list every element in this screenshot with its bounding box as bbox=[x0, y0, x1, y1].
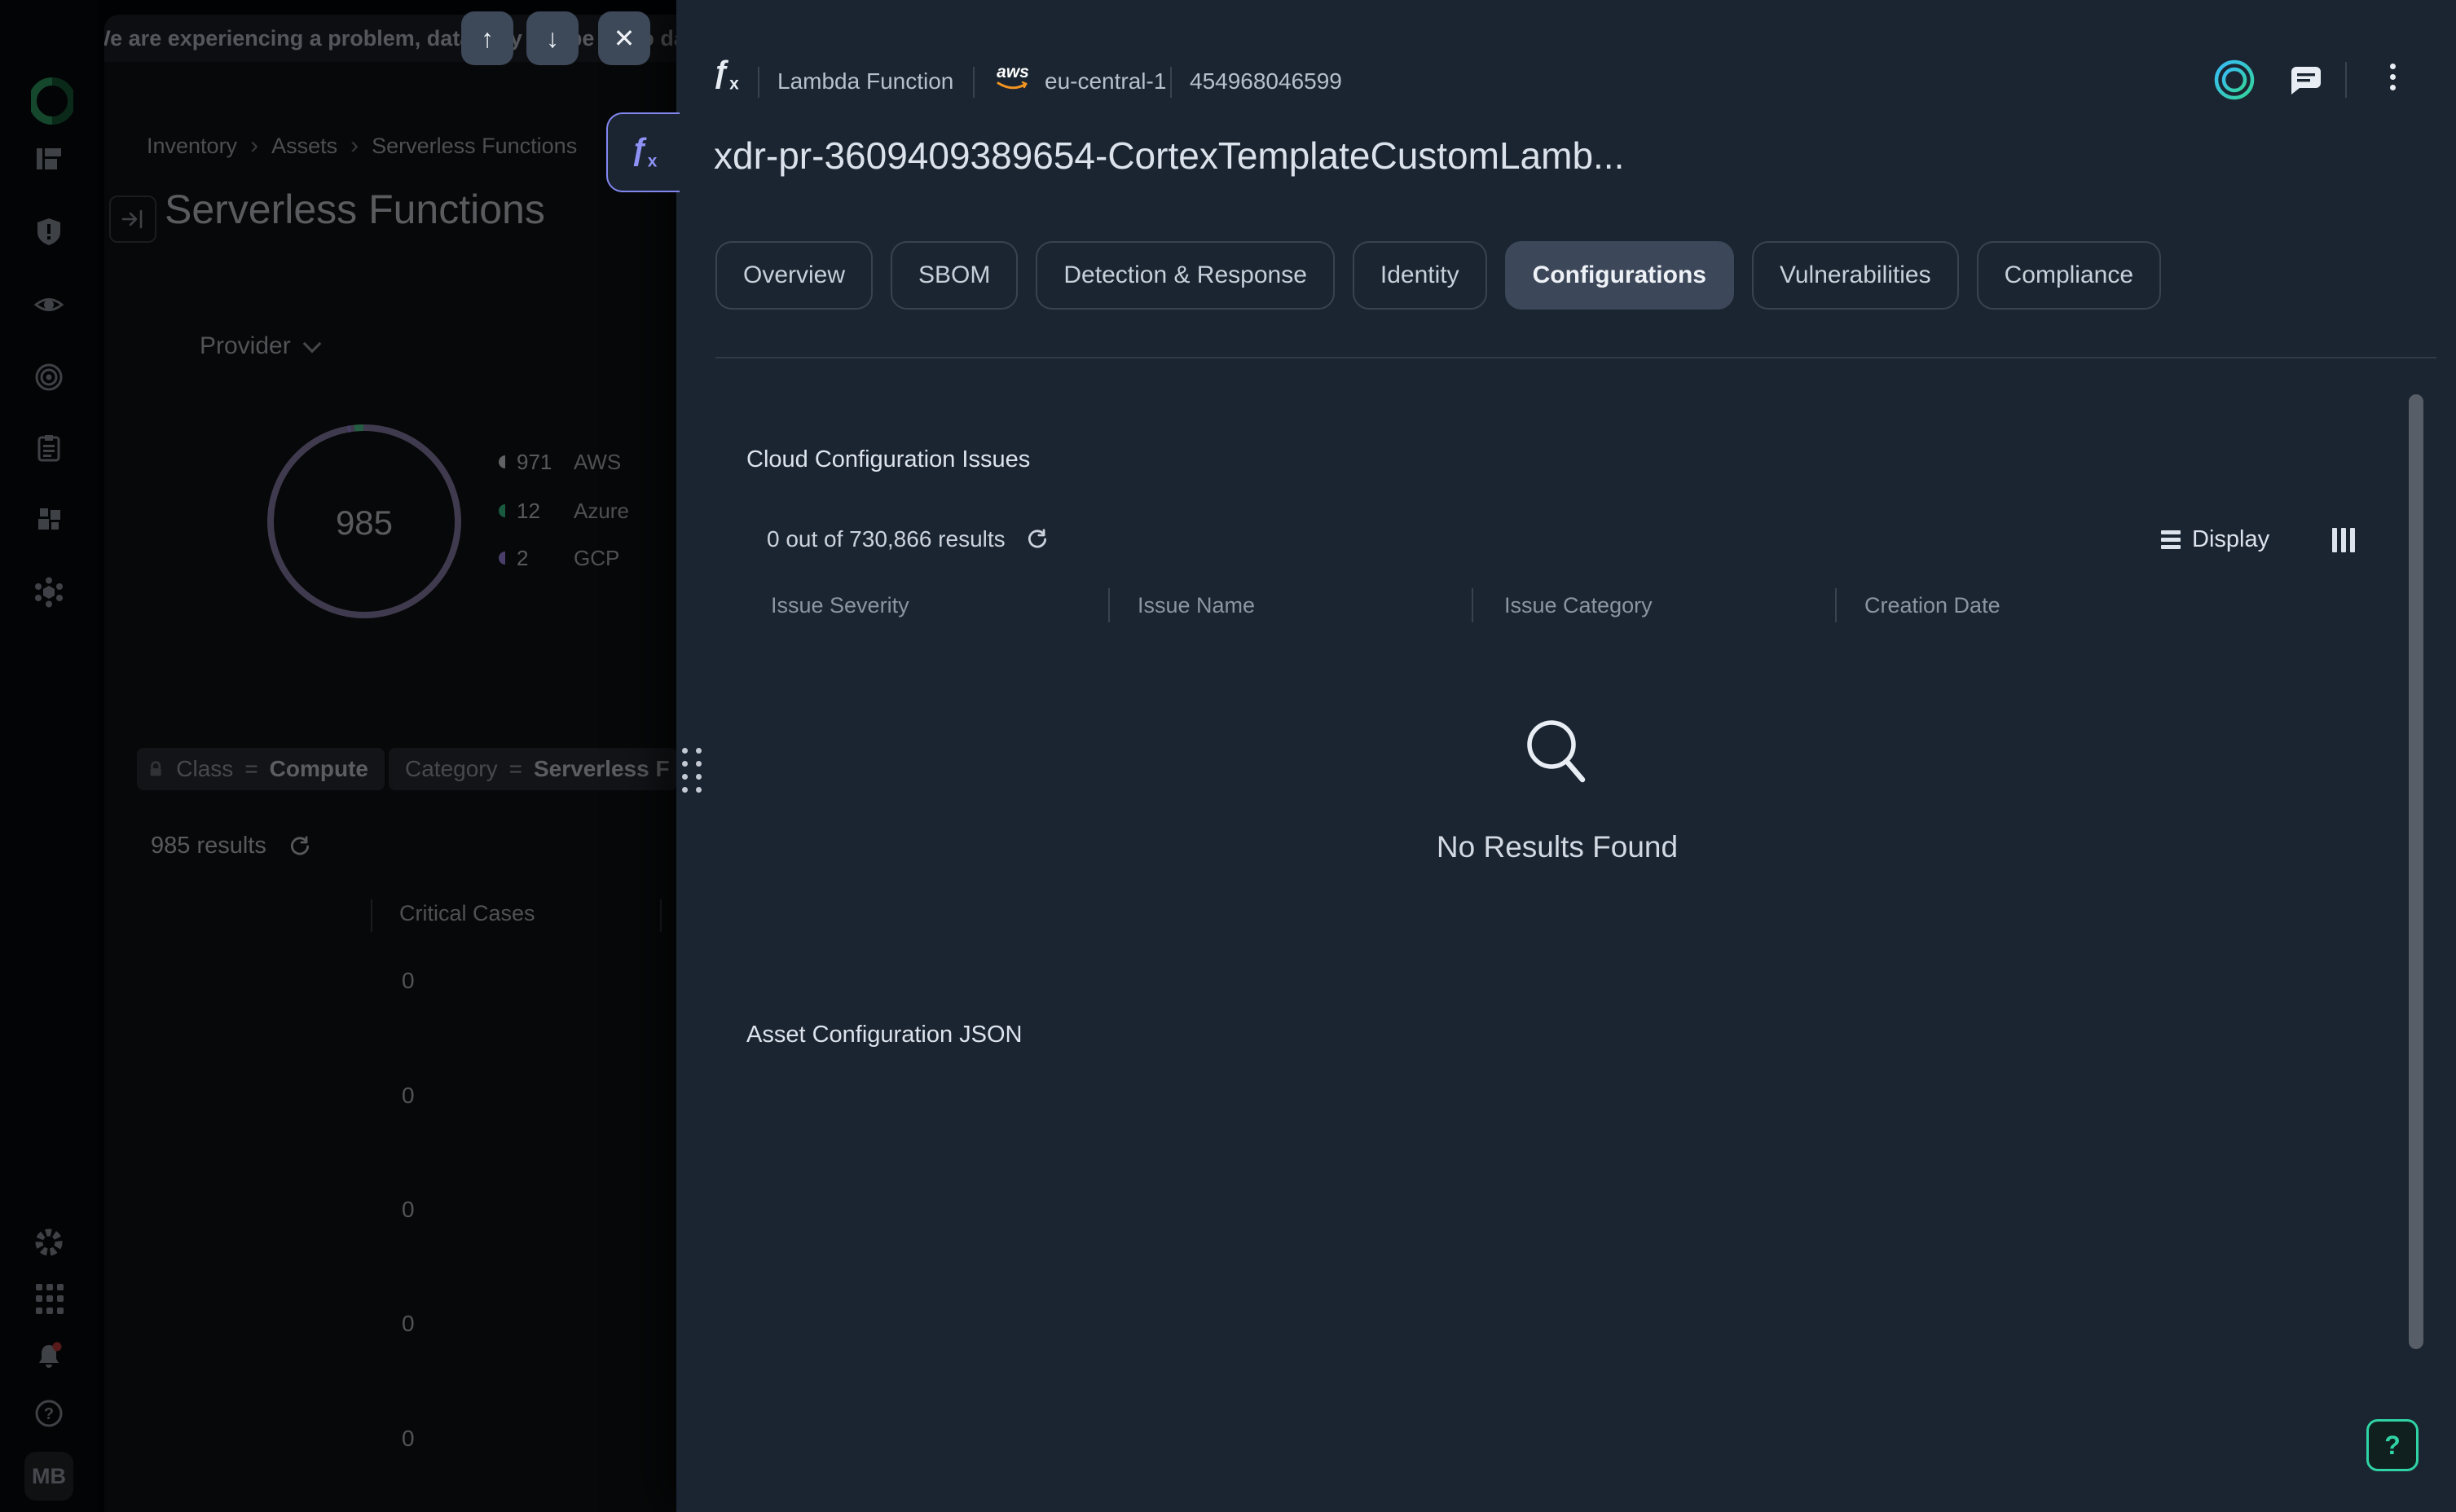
manage-columns-icon[interactable] bbox=[2332, 528, 2355, 552]
aws-smile-icon bbox=[995, 81, 1031, 91]
modal-dim-overlay bbox=[0, 0, 676, 1512]
column-divider[interactable] bbox=[1108, 588, 1110, 622]
display-rows-icon bbox=[2161, 527, 2181, 552]
tab-overview[interactable]: Overview bbox=[715, 241, 873, 310]
divider bbox=[758, 67, 759, 98]
column-divider[interactable] bbox=[1835, 588, 1837, 622]
arrow-down-icon: ↓ bbox=[546, 24, 559, 54]
issues-section-heading: Cloud Configuration Issues bbox=[746, 446, 1030, 473]
move-down-button[interactable]: ↓ bbox=[526, 11, 579, 65]
drawer-resize-handle-icon[interactable] bbox=[678, 738, 706, 802]
tab-identity[interactable]: Identity bbox=[1353, 241, 1487, 310]
lambda-x-glyph: x bbox=[729, 75, 739, 94]
divider bbox=[973, 67, 975, 98]
column-header-issue-name[interactable]: Issue Name bbox=[1138, 593, 1255, 618]
lambda-f-glyph: ƒ bbox=[712, 55, 729, 90]
region-label: eu-central-1 bbox=[1045, 68, 1166, 94]
arrow-up-icon: ↑ bbox=[481, 24, 494, 54]
aws-logo-text: aws bbox=[993, 64, 1033, 81]
divider bbox=[1170, 67, 1172, 98]
empty-state: No Results Found bbox=[746, 715, 2368, 864]
tab-sbom[interactable]: SBOM bbox=[891, 241, 1018, 310]
aws-logo: aws bbox=[993, 64, 1033, 95]
json-section-heading: Asset Configuration JSON bbox=[746, 1022, 1022, 1048]
account-id-label: 454968046599 bbox=[1190, 68, 1342, 94]
chat-feedback-icon[interactable] bbox=[2288, 64, 2324, 98]
app-root: ? MB We are experiencing a problem, data… bbox=[0, 0, 2456, 1512]
asset-type-label: Lambda Function bbox=[777, 68, 953, 94]
drawer-scrollbar[interactable] bbox=[2409, 394, 2423, 1349]
lambda-function-icon: ƒx bbox=[712, 57, 739, 94]
copilot-ring-icon[interactable] bbox=[2213, 59, 2256, 101]
tab-bar: Overview SBOM Detection & Response Ident… bbox=[715, 241, 2161, 310]
drawer-asset-tab[interactable]: ƒx bbox=[606, 112, 680, 192]
lambda-x-glyph: x bbox=[648, 152, 658, 170]
asset-title: xdr-pr-3609409389654-CortexTemplateCusto… bbox=[714, 134, 2181, 178]
kebab-menu-icon[interactable] bbox=[2384, 59, 2401, 95]
issues-results-count: 0 out of 730,866 results bbox=[767, 526, 1050, 552]
close-icon: ✕ bbox=[614, 23, 636, 54]
column-header-issue-severity[interactable]: Issue Severity bbox=[771, 593, 909, 618]
move-up-button[interactable]: ↑ bbox=[461, 11, 513, 65]
question-mark-icon: ? bbox=[2384, 1431, 2401, 1461]
tab-vulnerabilities[interactable]: Vulnerabilities bbox=[1752, 241, 1959, 310]
display-button[interactable]: Display bbox=[2161, 526, 2269, 553]
lambda-f-glyph: ƒ bbox=[631, 133, 648, 167]
close-drawer-button[interactable]: ✕ bbox=[598, 11, 650, 65]
tab-compliance[interactable]: Compliance bbox=[1977, 241, 2161, 310]
no-results-text: No Results Found bbox=[746, 830, 2368, 864]
column-header-creation-date[interactable]: Creation Date bbox=[1864, 593, 2000, 618]
tab-configurations[interactable]: Configurations bbox=[1505, 241, 1734, 310]
display-label: Display bbox=[2192, 526, 2269, 553]
refresh-icon[interactable] bbox=[1025, 527, 1050, 552]
help-button[interactable]: ? bbox=[2366, 1419, 2419, 1471]
lambda-function-icon: ƒx bbox=[631, 134, 658, 171]
tab-detection-response[interactable]: Detection & Response bbox=[1036, 241, 1335, 310]
column-divider[interactable] bbox=[1472, 588, 1473, 622]
asset-detail-drawer: ƒx Lambda Function aws eu-central-1 4549… bbox=[676, 0, 2456, 1512]
issues-results-text: 0 out of 730,866 results bbox=[767, 526, 1006, 552]
tab-divider bbox=[715, 357, 2436, 358]
divider bbox=[2345, 62, 2347, 98]
column-header-issue-category[interactable]: Issue Category bbox=[1504, 593, 1653, 618]
search-icon bbox=[1521, 715, 1594, 790]
